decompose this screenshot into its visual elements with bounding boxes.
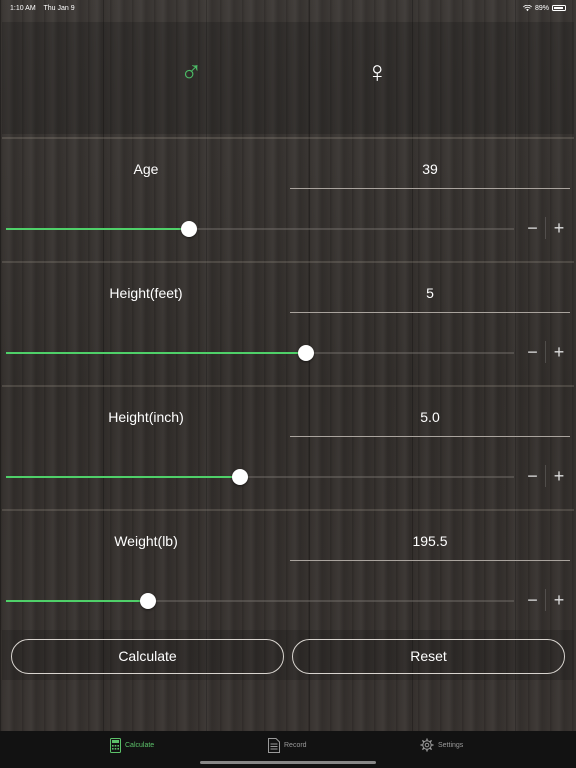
tab-calculate-label: Calculate (125, 742, 155, 749)
weight-row: Weight(lb) 195.5 − + (2, 509, 574, 630)
height-feet-row: Height(feet) 5 − + (2, 261, 574, 382)
divider (2, 509, 574, 511)
weight-underline (290, 560, 570, 561)
age-slider[interactable] (6, 221, 514, 237)
divider (2, 137, 574, 139)
height-inch-label: Height(inch) (108, 409, 184, 425)
weight-slider-fill (6, 600, 148, 602)
divider (2, 261, 574, 263)
age-slider-thumb[interactable] (181, 221, 197, 237)
status-bar-right: 89% (523, 4, 566, 12)
height-feet-value[interactable]: 5 (290, 285, 570, 301)
weight-increment-button[interactable]: + (546, 589, 572, 611)
gear-icon (420, 738, 434, 752)
height-inch-decrement-button[interactable]: − (520, 465, 546, 487)
status-bar: 1:10 AM Thu Jan 9 89% (0, 0, 576, 16)
age-underline (290, 188, 570, 189)
action-bar: Calculate Reset (2, 630, 574, 680)
document-icon (268, 738, 280, 753)
tab-settings[interactable]: Settings (420, 738, 463, 752)
tab-settings-label: Settings (438, 741, 464, 749)
age-decrement-button[interactable]: − (520, 217, 546, 239)
height-inch-slider-fill (6, 476, 240, 478)
height-feet-label: Height(feet) (109, 285, 183, 301)
tab-record-label: Record (284, 742, 307, 749)
height-feet-slider-fill (6, 352, 306, 354)
status-time: 1:10 AM (10, 4, 36, 12)
height-feet-decrement-button[interactable]: − (520, 341, 546, 363)
height-inch-row: Height(inch) 5.0 − + (2, 385, 574, 506)
calculate-button[interactable]: Calculate (11, 639, 284, 674)
weight-decrement-button[interactable]: − (520, 589, 546, 611)
age-increment-button[interactable]: + (546, 217, 572, 239)
home-indicator (200, 761, 376, 764)
status-bar-left: 1:10 AM Thu Jan 9 (10, 5, 81, 12)
weight-slider[interactable] (6, 593, 514, 609)
weight-value[interactable]: 195.5 (290, 533, 570, 549)
weight-stepper: − + (520, 589, 572, 611)
female-icon[interactable]: ♀ (366, 58, 389, 88)
height-feet-slider-thumb[interactable] (298, 345, 314, 361)
tab-calculate[interactable]: Calculate (110, 738, 154, 753)
calculator-icon (110, 738, 121, 753)
age-row: Age 39 − + (2, 137, 574, 258)
tab-record[interactable]: Record (268, 738, 307, 753)
divider (2, 385, 574, 387)
height-inch-slider[interactable] (6, 469, 514, 485)
height-feet-increment-button[interactable]: + (546, 341, 572, 363)
height-inch-stepper: − + (520, 465, 572, 487)
weight-slider-thumb[interactable] (140, 593, 156, 609)
height-feet-stepper: − + (520, 341, 572, 363)
male-icon[interactable]: ♂ (180, 58, 203, 88)
gender-selector (2, 22, 574, 134)
height-inch-slider-thumb[interactable] (232, 469, 248, 485)
status-date: Thu Jan 9 (43, 4, 75, 12)
height-feet-slider[interactable] (6, 345, 514, 361)
height-feet-underline (290, 312, 570, 313)
battery-percent: 89% (534, 4, 549, 12)
height-inch-increment-button[interactable]: + (546, 465, 572, 487)
age-label: Age (133, 161, 159, 177)
height-inch-underline (290, 436, 570, 437)
reset-button[interactable]: Reset (292, 639, 565, 674)
age-slider-fill (6, 228, 189, 230)
battery-icon (552, 5, 566, 11)
height-inch-value[interactable]: 5.0 (290, 409, 570, 425)
age-value[interactable]: 39 (290, 161, 570, 177)
age-stepper: − + (520, 217, 572, 239)
weight-label: Weight(lb) (114, 533, 178, 549)
wifi-icon (523, 4, 532, 11)
